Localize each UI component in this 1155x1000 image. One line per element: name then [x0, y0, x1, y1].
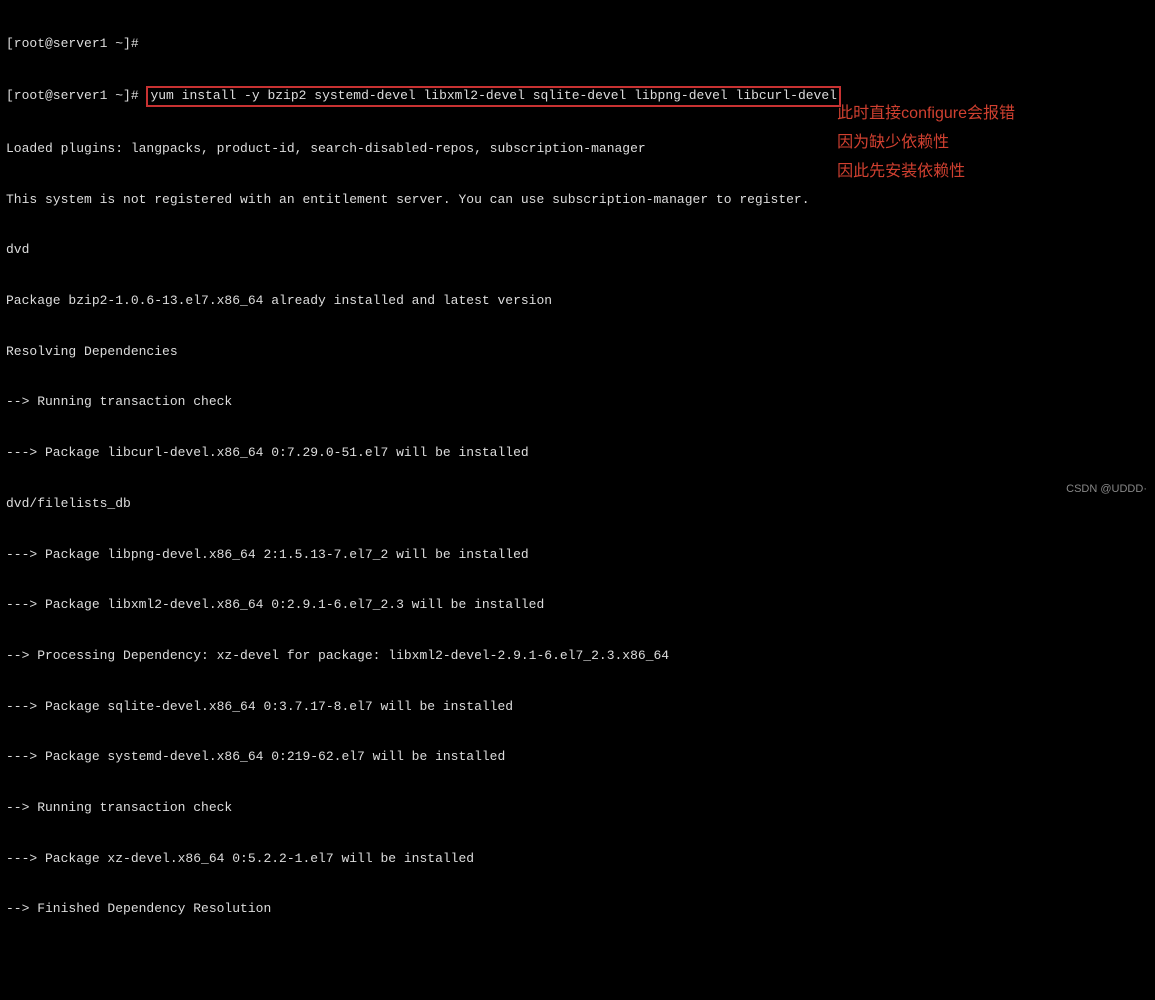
watermark: CSDN @UDDD· [1066, 482, 1147, 496]
output-line: --> Finished Dependency Resolution [6, 901, 1149, 918]
shell-prompt: [root@server1 ~]# [6, 88, 146, 103]
output-line: ---> Package libpng-devel.x86_64 2:1.5.1… [6, 547, 1149, 564]
annotation-line: 因此先安装依赖性 [837, 158, 1015, 187]
output-line: ---> Package systemd-devel.x86_64 0:219-… [6, 749, 1149, 766]
output-line: ---> Package sqlite-devel.x86_64 0:3.7.1… [6, 699, 1149, 716]
command-text[interactable]: yum install -y bzip2 systemd-devel libxm… [150, 88, 837, 103]
output-line: dvd [6, 242, 1149, 259]
highlighted-command: yum install -y bzip2 systemd-devel libxm… [146, 86, 841, 107]
annotation-text: 此时直接configure会报错 因为缺少依赖性 因此先安装依赖性 [837, 100, 1015, 186]
output-line: ---> Package libxml2-devel.x86_64 0:2.9.… [6, 597, 1149, 614]
output-line: dvd/filelists_db [6, 496, 1149, 513]
output-line: This system is not registered with an en… [6, 192, 1149, 209]
output-line: Resolving Dependencies [6, 344, 1149, 361]
annotation-line: 因为缺少依赖性 [837, 129, 1015, 158]
output-line: --> Processing Dependency: xz-devel for … [6, 648, 1149, 665]
output-line: ---> Package xz-devel.x86_64 0:5.2.2-1.e… [6, 851, 1149, 868]
output-line: --> Running transaction check [6, 394, 1149, 411]
output-line: Package bzip2-1.0.6-13.el7.x86_64 alread… [6, 293, 1149, 310]
output-line: --> Running transaction check [6, 800, 1149, 817]
output-line: ---> Package libcurl-devel.x86_64 0:7.29… [6, 445, 1149, 462]
annotation-line: 此时直接configure会报错 [837, 100, 1015, 129]
shell-prompt: [root@server1 ~]# [6, 36, 146, 51]
output-line [6, 952, 1149, 968]
